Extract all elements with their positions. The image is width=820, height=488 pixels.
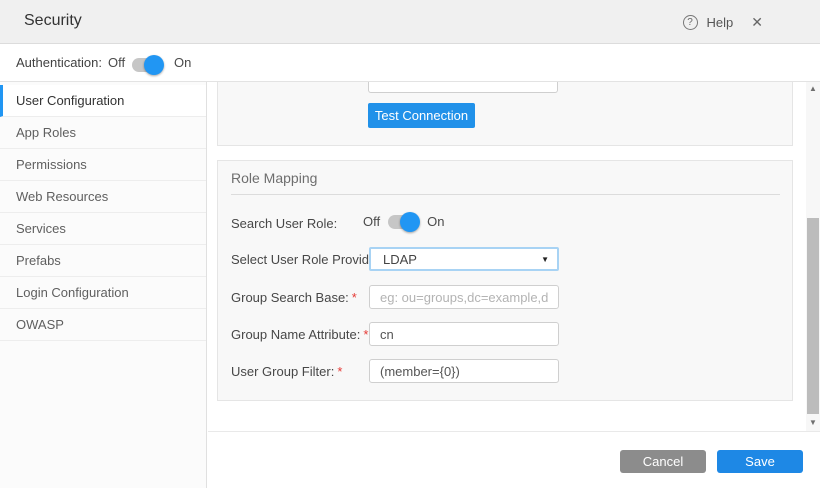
authentication-on-label: On — [174, 55, 191, 70]
required-marker: * — [363, 327, 368, 342]
truncated-input[interactable] — [368, 82, 558, 93]
test-connection-button[interactable]: Test Connection — [368, 103, 475, 128]
authentication-off-label: Off — [108, 55, 125, 70]
required-marker: * — [352, 290, 357, 305]
cancel-button[interactable]: Cancel — [620, 450, 706, 473]
sidebar-item-prefabs[interactable]: Prefabs — [0, 245, 206, 277]
divider — [231, 194, 780, 195]
search-user-role-toggle[interactable] — [388, 215, 419, 229]
help-icon[interactable]: ? — [683, 15, 698, 30]
scroll-up-icon[interactable]: ▲ — [806, 84, 820, 93]
settings-sidebar: User Configuration App Roles Permissions… — [0, 82, 207, 488]
scrollbar-thumb[interactable] — [807, 218, 819, 414]
role-mapping-panel: Role Mapping Search User Role: Off On Se… — [217, 160, 793, 401]
provider-select[interactable]: LDAP ▼ — [369, 247, 559, 271]
chevron-down-icon: ▼ — [541, 255, 549, 264]
sidebar-item-owasp[interactable]: OWASP — [0, 309, 206, 341]
toggle-knob — [400, 212, 420, 232]
page-title: Security — [24, 12, 82, 30]
close-icon[interactable]: ✕ — [751, 14, 763, 31]
user-group-filter-input[interactable] — [369, 359, 559, 383]
vertical-scrollbar[interactable]: ▲ ▼ — [806, 82, 820, 431]
authentication-bar: Authentication: Off On — [0, 44, 820, 82]
help-link[interactable]: Help — [707, 15, 734, 30]
authentication-toggle[interactable] — [132, 58, 163, 72]
sidebar-item-web-resources[interactable]: Web Resources — [0, 181, 206, 213]
group-search-base-input[interactable] — [369, 285, 559, 309]
sidebar-item-permissions[interactable]: Permissions — [0, 149, 206, 181]
search-user-role-toggle-row: Off On — [363, 214, 444, 229]
sidebar-item-services[interactable]: Services — [0, 213, 206, 245]
connection-panel: Test Connection — [217, 82, 793, 146]
authentication-label: Authentication: — [16, 55, 102, 70]
sidebar-item-login-configuration[interactable]: Login Configuration — [0, 277, 206, 309]
sidebar-item-user-configuration[interactable]: User Configuration — [0, 85, 206, 117]
group-name-attribute-input[interactable] — [369, 322, 559, 346]
provider-label: Select User Role Provider: — [231, 252, 384, 267]
save-button[interactable]: Save — [717, 450, 803, 473]
provider-selected-value: LDAP — [383, 252, 541, 267]
action-footer: Cancel Save — [208, 431, 820, 488]
group-search-base-label: Group Search Base:* — [231, 290, 357, 305]
search-user-role-on-label: On — [427, 214, 444, 229]
main-content: Test Connection Role Mapping Search User… — [208, 82, 806, 431]
group-name-attribute-label: Group Name Attribute:* — [231, 327, 368, 342]
user-group-filter-label: User Group Filter:* — [231, 364, 342, 379]
window-header: Security ? Help ✕ — [0, 0, 820, 44]
search-user-role-label: Search User Role: — [231, 216, 337, 231]
scroll-down-icon[interactable]: ▼ — [806, 418, 820, 427]
toggle-knob — [144, 55, 164, 75]
required-marker: * — [337, 364, 342, 379]
search-user-role-off-label: Off — [363, 214, 380, 229]
security-window: Security ? Help ✕ Authentication: Off On… — [0, 0, 820, 488]
role-mapping-title: Role Mapping — [231, 170, 317, 186]
header-actions: ? Help ✕ — [683, 0, 763, 44]
sidebar-item-app-roles[interactable]: App Roles — [0, 117, 206, 149]
